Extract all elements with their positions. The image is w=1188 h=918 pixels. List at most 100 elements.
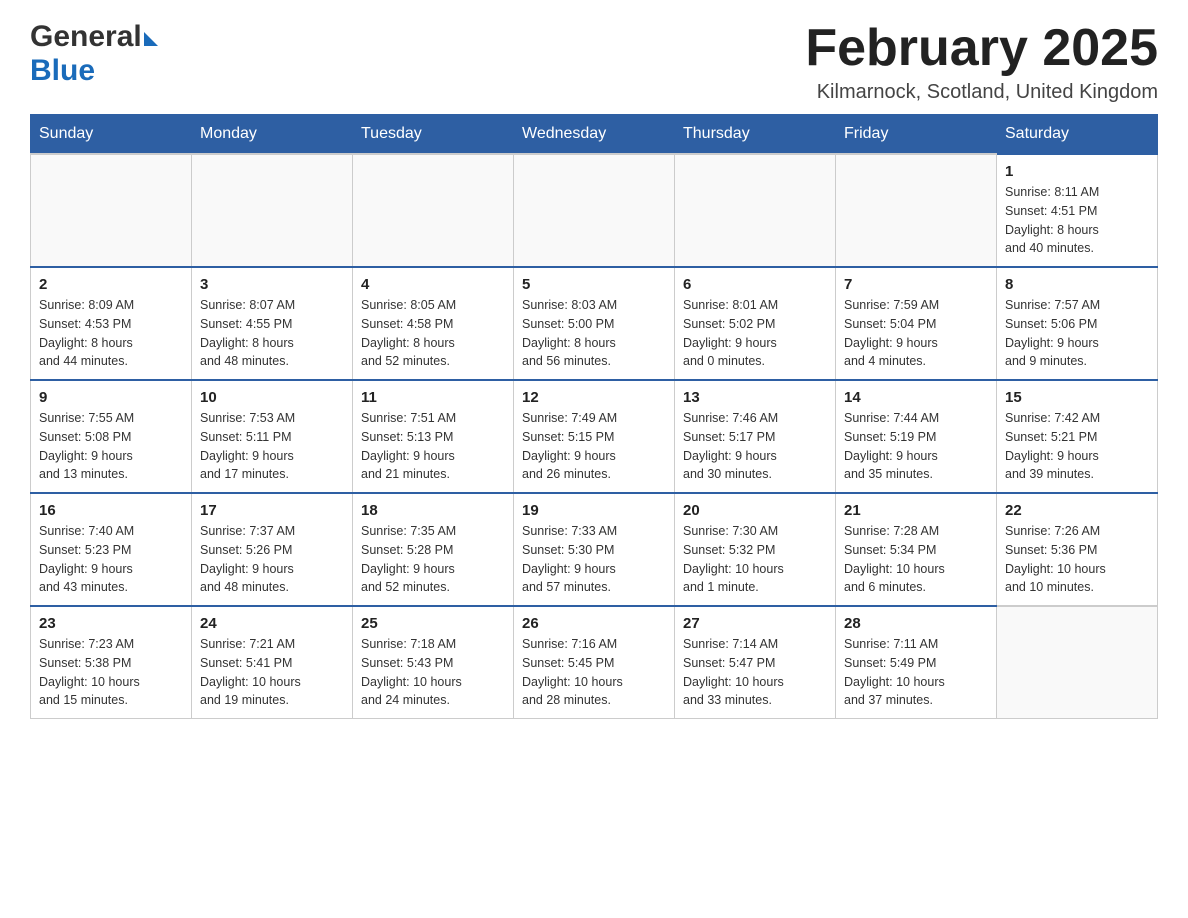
weekday-header-friday: Friday	[836, 115, 997, 155]
day-info: Sunrise: 7:16 AMSunset: 5:45 PMDaylight:…	[522, 635, 666, 710]
weekday-header-sunday: Sunday	[31, 115, 192, 155]
day-number: 10	[200, 389, 344, 406]
day-info: Sunrise: 7:51 AMSunset: 5:13 PMDaylight:…	[361, 409, 505, 484]
calendar-cell: 5 Sunrise: 8:03 AMSunset: 5:00 PMDaylight…	[514, 267, 675, 380]
day-info: Sunrise: 7:42 AMSunset: 5:21 PMDaylight:…	[1005, 409, 1149, 484]
calendar-cell	[31, 154, 192, 267]
day-info: Sunrise: 7:18 AMSunset: 5:43 PMDaylight:…	[361, 635, 505, 710]
calendar-cell: 15 Sunrise: 7:42 AMSunset: 5:21 PMDayligh…	[997, 380, 1158, 493]
day-number: 11	[361, 389, 505, 406]
day-number: 3	[200, 276, 344, 293]
day-info: Sunrise: 7:49 AMSunset: 5:15 PMDaylight:…	[522, 409, 666, 484]
day-info: Sunrise: 7:35 AMSunset: 5:28 PMDaylight:…	[361, 522, 505, 597]
day-number: 20	[683, 502, 827, 519]
calendar-cell: 21 Sunrise: 7:28 AMSunset: 5:34 PMDayligh…	[836, 493, 997, 606]
calendar-cell: 28Sunrise: 7:11 AMSunset: 5:49 PMDayligh…	[836, 606, 997, 719]
calendar-week-4: 16 Sunrise: 7:40 AMSunset: 5:23 PMDayligh…	[31, 493, 1158, 606]
day-info: Sunrise: 8:09 AMSunset: 4:53 PMDaylight:…	[39, 296, 183, 371]
day-info: Sunrise: 7:53 AMSunset: 5:11 PMDaylight:…	[200, 409, 344, 484]
day-info: Sunrise: 7:46 AMSunset: 5:17 PMDaylight:…	[683, 409, 827, 484]
calendar-cell: 9 Sunrise: 7:55 AMSunset: 5:08 PMDaylight…	[31, 380, 192, 493]
calendar-cell	[192, 154, 353, 267]
logo-arrow-icon	[144, 32, 158, 46]
calendar-week-1: 1Sunrise: 8:11 AMSunset: 4:51 PMDaylight…	[31, 154, 1158, 267]
calendar-cell	[353, 154, 514, 267]
day-info: Sunrise: 8:07 AMSunset: 4:55 PMDaylight:…	[200, 296, 344, 371]
calendar-cell: 10 Sunrise: 7:53 AMSunset: 5:11 PMDayligh…	[192, 380, 353, 493]
day-number: 13	[683, 389, 827, 406]
calendar-cell: 25 Sunrise: 7:18 AMSunset: 5:43 PMDayligh…	[353, 606, 514, 719]
day-number: 8	[1005, 276, 1149, 293]
weekday-header-saturday: Saturday	[997, 115, 1158, 155]
calendar-cell: 16 Sunrise: 7:40 AMSunset: 5:23 PMDayligh…	[31, 493, 192, 606]
logo: General Blue	[30, 20, 158, 88]
calendar-cell	[997, 606, 1158, 719]
calendar-cell: 23 Sunrise: 7:23 AMSunset: 5:38 PMDayligh…	[31, 606, 192, 719]
day-number: 24	[200, 615, 344, 632]
day-number: 28	[844, 615, 988, 632]
day-number: 22	[1005, 502, 1149, 519]
day-number: 25	[361, 615, 505, 632]
day-info: Sunrise: 7:30 AMSunset: 5:32 PMDaylight:…	[683, 522, 827, 597]
calendar-cell: 14 Sunrise: 7:44 AMSunset: 5:19 PMDayligh…	[836, 380, 997, 493]
day-info: Sunrise: 7:57 AMSunset: 5:06 PMDaylight:…	[1005, 296, 1149, 371]
weekday-header-thursday: Thursday	[675, 115, 836, 155]
day-number: 18	[361, 502, 505, 519]
calendar-cell: 11 Sunrise: 7:51 AMSunset: 5:13 PMDayligh…	[353, 380, 514, 493]
weekday-header-tuesday: Tuesday	[353, 115, 514, 155]
day-number: 12	[522, 389, 666, 406]
day-info: Sunrise: 7:23 AMSunset: 5:38 PMDaylight:…	[39, 635, 183, 710]
day-number: 6	[683, 276, 827, 293]
calendar-cell: 20 Sunrise: 7:30 AMSunset: 5:32 PMDayligh…	[675, 493, 836, 606]
day-number: 4	[361, 276, 505, 293]
day-info: Sunrise: 8:03 AMSunset: 5:00 PMDaylight:…	[522, 296, 666, 371]
title-block: February 2025 Kilmarnock, Scotland, Unit…	[805, 20, 1158, 104]
calendar-cell: 26 Sunrise: 7:16 AMSunset: 5:45 PMDayligh…	[514, 606, 675, 719]
calendar-cell	[836, 154, 997, 267]
day-info: Sunrise: 7:21 AMSunset: 5:41 PMDaylight:…	[200, 635, 344, 710]
calendar-cell: 22 Sunrise: 7:26 AMSunset: 5:36 PMDayligh…	[997, 493, 1158, 606]
calendar-cell: 18 Sunrise: 7:35 AMSunset: 5:28 PMDayligh…	[353, 493, 514, 606]
day-info: Sunrise: 7:55 AMSunset: 5:08 PMDaylight:…	[39, 409, 183, 484]
day-info: Sunrise: 8:01 AMSunset: 5:02 PMDaylight:…	[683, 296, 827, 371]
calendar-cell: 7 Sunrise: 7:59 AMSunset: 5:04 PMDaylight…	[836, 267, 997, 380]
day-number: 14	[844, 389, 988, 406]
calendar-cell: 1Sunrise: 8:11 AMSunset: 4:51 PMDaylight…	[997, 154, 1158, 267]
calendar-week-5: 23 Sunrise: 7:23 AMSunset: 5:38 PMDayligh…	[31, 606, 1158, 719]
day-info: Sunrise: 8:11 AMSunset: 4:51 PMDaylight:…	[1005, 183, 1149, 258]
day-info: Sunrise: 7:26 AMSunset: 5:36 PMDaylight:…	[1005, 522, 1149, 597]
day-number: 23	[39, 615, 183, 632]
location-text: Kilmarnock, Scotland, United Kingdom	[805, 81, 1158, 104]
day-info: Sunrise: 8:05 AMSunset: 4:58 PMDaylight:…	[361, 296, 505, 371]
day-number: 26	[522, 615, 666, 632]
calendar-cell: 24 Sunrise: 7:21 AMSunset: 5:41 PMDayligh…	[192, 606, 353, 719]
day-info: Sunrise: 7:37 AMSunset: 5:26 PMDaylight:…	[200, 522, 344, 597]
logo-blue-text: Blue	[30, 54, 95, 87]
calendar-cell: 8 Sunrise: 7:57 AMSunset: 5:06 PMDaylight…	[997, 267, 1158, 380]
day-number: 27	[683, 615, 827, 632]
day-number: 5	[522, 276, 666, 293]
day-info: Sunrise: 7:28 AMSunset: 5:34 PMDaylight:…	[844, 522, 988, 597]
day-number: 19	[522, 502, 666, 519]
day-info: Sunrise: 7:59 AMSunset: 5:04 PMDaylight:…	[844, 296, 988, 371]
day-info: Sunrise: 7:33 AMSunset: 5:30 PMDaylight:…	[522, 522, 666, 597]
month-title: February 2025	[805, 20, 1158, 77]
calendar-cell	[675, 154, 836, 267]
day-number: 7	[844, 276, 988, 293]
calendar-cell: 2Sunrise: 8:09 AMSunset: 4:53 PMDaylight…	[31, 267, 192, 380]
day-info: Sunrise: 7:44 AMSunset: 5:19 PMDaylight:…	[844, 409, 988, 484]
calendar-cell: 12 Sunrise: 7:49 AMSunset: 5:15 PMDayligh…	[514, 380, 675, 493]
day-number: 17	[200, 502, 344, 519]
calendar-cell: 6 Sunrise: 8:01 AMSunset: 5:02 PMDaylight…	[675, 267, 836, 380]
weekday-header-monday: Monday	[192, 115, 353, 155]
day-info: Sunrise: 7:40 AMSunset: 5:23 PMDaylight:…	[39, 522, 183, 597]
calendar-table: SundayMondayTuesdayWednesdayThursdayFrid…	[30, 114, 1158, 719]
day-number: 9	[39, 389, 183, 406]
day-number: 16	[39, 502, 183, 519]
calendar-cell: 13 Sunrise: 7:46 AMSunset: 5:17 PMDayligh…	[675, 380, 836, 493]
calendar-cell: 3 Sunrise: 8:07 AMSunset: 4:55 PMDaylight…	[192, 267, 353, 380]
calendar-cell: 4 Sunrise: 8:05 AMSunset: 4:58 PMDaylight…	[353, 267, 514, 380]
day-number: 15	[1005, 389, 1149, 406]
day-number: 21	[844, 502, 988, 519]
calendar-cell: 19 Sunrise: 7:33 AMSunset: 5:30 PMDayligh…	[514, 493, 675, 606]
